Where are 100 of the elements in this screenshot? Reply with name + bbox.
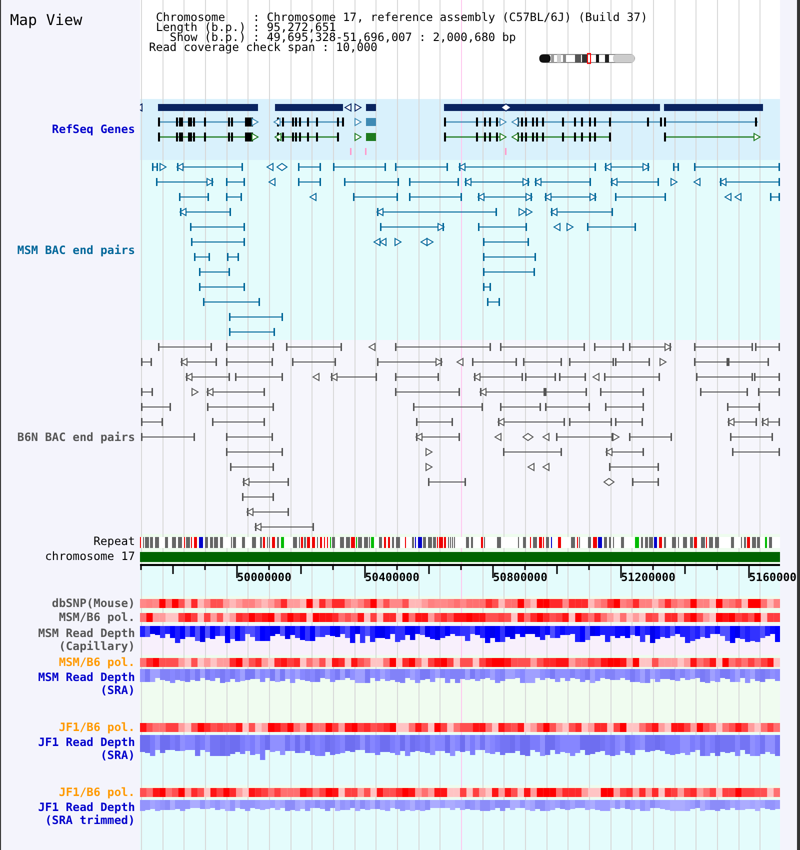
bac-end-pair — [605, 448, 644, 456]
bac-end-marker — [268, 178, 276, 186]
bac-end-pair — [614, 193, 666, 201]
bac-end-pair — [242, 493, 274, 501]
bac-end-pair — [254, 522, 314, 532]
bac-end-pair — [408, 193, 462, 201]
bac-end-pair — [380, 222, 445, 232]
track-label: JF1/B6 pol. — [58, 786, 135, 798]
bac-end-pair — [464, 178, 530, 186]
bac-end-pair — [298, 163, 322, 171]
bac-end-pair — [376, 358, 443, 366]
bac-end-pair — [230, 463, 274, 471]
position-marker — [587, 53, 591, 64]
track-label: MSM/B6 pol. — [58, 656, 135, 668]
track-label: RefSeq Genes — [52, 123, 135, 136]
bac-end-pair — [394, 163, 448, 171]
bac-end-pair — [352, 193, 398, 201]
bac-end-pair — [412, 403, 484, 411]
gene-end-marker — [500, 103, 512, 112]
bac-end-pair — [758, 388, 780, 396]
axis-label: 50000000 — [237, 572, 292, 584]
bac-end-pair — [770, 193, 780, 201]
bac-end-pair — [522, 358, 562, 366]
bac-end-marker — [276, 162, 288, 172]
track-label: MSM BAC end pairs — [17, 244, 135, 256]
bac-end-marker — [592, 372, 600, 382]
bac-end-pair — [604, 403, 644, 411]
gene-end-marker — [354, 103, 362, 112]
bac-end-marker — [426, 462, 433, 472]
bac-end-pair — [394, 373, 440, 381]
gene-span — [275, 104, 343, 111]
bac-end-pair — [568, 418, 612, 426]
bac-end-pair — [178, 193, 210, 201]
bac-end-marker — [734, 192, 742, 202]
bac-end-pair — [558, 373, 586, 381]
info-line: Length (b.p.) : 95,272,651 — [154, 22, 336, 32]
bac-end-pair — [544, 403, 590, 411]
bac-end-pair — [416, 418, 454, 426]
bac-end-pair — [600, 388, 644, 396]
bac-end-pair — [727, 418, 758, 426]
track-label: MSM Read Depth (Capillary) — [38, 627, 135, 652]
bac-end-marker — [160, 162, 167, 172]
bac-end-marker — [612, 432, 620, 442]
gene-span — [444, 104, 505, 111]
bac-end-pair — [226, 178, 246, 186]
bac-end-pair — [730, 433, 774, 441]
bac-end-pair — [140, 358, 152, 366]
bac-end-pair — [226, 448, 284, 456]
bac-end-pair — [726, 403, 760, 411]
axis-label: 50800000 — [493, 572, 548, 584]
bac-end-pair — [298, 178, 322, 186]
bac-end-pair — [604, 373, 660, 381]
bac-end-pair — [478, 223, 528, 231]
bac-end-marker — [312, 372, 320, 382]
bac-end-pair — [477, 192, 533, 202]
bac-end-pair — [550, 208, 614, 216]
bac-end-pair — [190, 238, 246, 246]
bac-end-pair — [415, 432, 460, 442]
bac-end-pair — [497, 418, 566, 426]
bac-end-pair — [482, 268, 536, 276]
bac-end-marker — [368, 342, 376, 352]
bac-end-pair — [206, 388, 266, 396]
bac-end-pair — [140, 418, 164, 426]
track-label: JF1/B6 pol. — [58, 720, 135, 734]
transcript-model — [444, 132, 507, 142]
bac-end-pair — [700, 388, 748, 396]
bac-end-pair — [332, 163, 386, 171]
track-label: MSM/B6 pol. — [58, 610, 135, 624]
bac-end-pair — [719, 178, 780, 186]
bac-end-marker — [724, 192, 732, 202]
bac-end-pair — [732, 448, 780, 456]
position-tick — [365, 148, 366, 155]
info-line: Chromosome : Chromosome 17, reference assembly (C57BL/6J) (Build 37) — [154, 12, 648, 22]
bac-end-pair — [194, 253, 210, 261]
info-line: Show (b.p.) : 49,695,328-51,696,007 : 2,000,680 bp — [170, 32, 516, 42]
track-label: MSM Read Depth (SRA) — [38, 671, 135, 696]
bac-end-pair — [226, 433, 274, 441]
bac-end-pair — [140, 388, 154, 396]
gene-end-marker — [140, 103, 142, 112]
bac-end-marker — [566, 222, 574, 232]
track-label: Repeat — [93, 535, 135, 548]
bac-end-pair — [156, 178, 214, 186]
bac-end-marker — [603, 478, 615, 486]
transcript-end-marker — [366, 133, 376, 141]
bac-end-pair — [228, 313, 284, 321]
transcript-end-marker — [366, 118, 376, 126]
bac-end-pair — [228, 328, 276, 336]
bac-end-pair — [628, 342, 672, 352]
bac-end-marker — [553, 222, 560, 232]
bac-end-marker — [542, 432, 550, 442]
bac-end-pair — [408, 178, 460, 186]
bac-end-pair — [140, 433, 196, 441]
bac-end-pair — [502, 448, 562, 456]
axis-label: 51200000 — [621, 572, 676, 584]
bac-end-pair — [482, 283, 492, 291]
track-label: dbSNP(Mouse) — [52, 596, 135, 610]
bac-end-pair — [482, 253, 536, 261]
bac-end-pair — [152, 163, 158, 171]
bac-end-marker — [394, 238, 402, 246]
bac-end-marker — [693, 178, 700, 186]
